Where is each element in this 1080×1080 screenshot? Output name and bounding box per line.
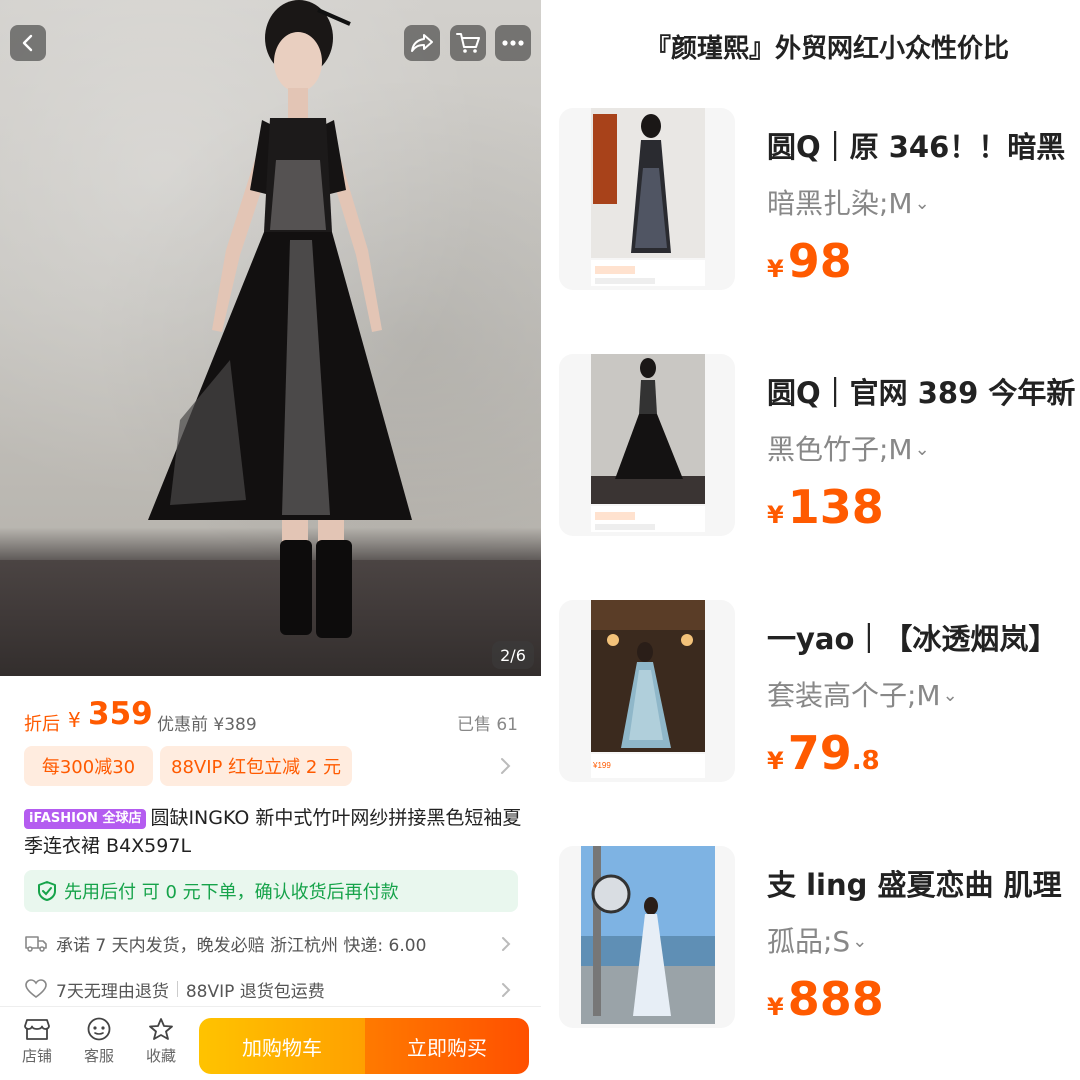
heart-icon [24,977,48,1001]
product-title-block: iFASHION 全球店 圆缺INGKO 新中式竹叶网纱拼接黑色短袖夏季连衣裙 B… [24,804,524,860]
returns-row[interactable]: 7天无理由退货 88VIP 退货包运费 [24,974,518,1004]
shop-label: 店铺 [21,1047,52,1065]
price-currency: ¥ [68,708,81,732]
back-button[interactable] [10,25,46,61]
share-icon [411,34,433,52]
item-sku-text: 黑色竹子;M [767,433,913,466]
list-item[interactable]: ¥199 一yao｜【冰透烟岚】 套装高个子;M ⌄ ¥79.8 [559,600,1079,800]
item-sku[interactable]: 孤品;S ⌄ [767,920,867,960]
cart-icon [456,33,480,53]
item-sku-text: 套装高个子;M [767,679,941,712]
shop-button[interactable]: 店铺 [12,1017,62,1077]
store-icon [24,1019,50,1040]
thumb-image [581,846,715,1024]
shop-list-panel: 『颜瑾熙』外贸网红小众性价比 圆Q｜原 346！！暗黑 暗黑扎染;M⌄ ¥98 [541,0,1080,1080]
price-currency: ¥ [767,747,784,775]
item-sku[interactable]: 暗黑扎染;M ⌄ [767,182,930,222]
list-title: 『颜瑾熙』外贸网红小众性价比 [645,34,1010,64]
back-icon [22,34,33,52]
pay-later-banner[interactable]: 先用后付 可 0 元下单，确认收货后再付款 [24,870,518,912]
pay-later-text: 先用后付 可 0 元下单，确认收货后再付款 [64,882,399,903]
price-before-discount: 优惠前 ¥389 [157,715,257,735]
chevron-down-icon: ⌄ [852,931,868,952]
shipping-text: 承诺 7 天内发货，晚发必赔 浙江杭州 快递: 6.00 [56,935,427,956]
returns-right-text: 88VIP 退货包运费 [185,981,325,1002]
item-title: 圆Q｜原 346！！暗黑 [767,130,1066,164]
price-currency: ¥ [767,255,784,283]
chevron-down-icon: ⌄ [914,193,930,214]
chevron-right-icon [502,937,511,951]
add-to-cart-button[interactable]: 加购物车 [199,1018,365,1074]
item-title: 圆Q｜官网 389 今年新 [767,376,1076,410]
service-icon [87,1017,111,1041]
item-sku[interactable]: 套装高个子;M ⌄ [767,674,958,714]
item-sku-text: 孤品;S [767,925,851,958]
item-sku[interactable]: 黑色竹子;M ⌄ [767,428,930,468]
chevron-right-icon [502,983,511,997]
favorite-button[interactable]: 收藏 [136,1017,186,1077]
chevron-right-icon[interactable] [498,756,512,776]
store-badge: iFASHION 全球店 [24,809,147,829]
price-currency: ¥ [767,501,784,529]
price-integer: 138 [787,480,884,534]
sold-count: 已售 61 [456,715,518,735]
list-item[interactable]: 支 ling 盛夏恋曲 肌理 孤品;S ⌄ ¥888 [559,846,1079,1046]
more-icon [502,40,524,46]
returns-left-text: 7天无理由退货 [56,981,169,1002]
promo-coupon[interactable]: 每300减30 [24,746,153,786]
chevron-down-icon: ⌄ [914,439,930,460]
thumb-image [591,108,705,286]
favorite-label: 收藏 [145,1047,176,1065]
item-price: ¥79.8 [767,726,880,780]
item-title: 支 ling 盛夏恋曲 肌理 [767,868,1062,902]
price-integer: 888 [787,972,884,1026]
item-thumbnail[interactable] [559,354,735,536]
star-icon [149,1018,173,1040]
product-image[interactable]: 2/6 [0,0,541,676]
list-item[interactable]: 圆Q｜官网 389 今年新 黑色竹子;M ⌄ ¥138 [559,354,1079,554]
item-thumbnail[interactable]: ¥199 [559,600,735,782]
item-price: ¥138 [767,480,884,534]
buy-now-button[interactable]: 立即购买 [365,1018,529,1074]
item-thumbnail[interactable] [559,108,735,290]
thumb-image [591,354,705,532]
price-currency: ¥ [767,993,784,1021]
product-detail-panel: 2/6 折后 ¥ 359 优惠前 ¥389 已售 61 每300减30 88VI… [0,0,541,1080]
service-label: 客服 [83,1047,114,1065]
price-row: 折后 ¥ 359 优惠前 ¥389 已售 61 [24,696,524,740]
price-integer: 98 [787,234,852,288]
item-sku-text: 暗黑扎染;M [767,187,913,220]
model-illustration [148,0,412,638]
shipping-row[interactable]: 承诺 7 天内发货，晚发必赔 浙江杭州 快递: 6.00 [24,928,518,958]
bottom-action-bar: 店铺 客服 收藏 加购物车 立即购买 [0,1006,541,1080]
price-tag: 折后 [24,714,60,735]
truck-icon [24,931,48,955]
thumb-price: ¥199 [592,761,611,770]
price-integer: 79 [787,726,852,780]
shield-check-icon [38,881,56,901]
promo-88vip[interactable]: 88VIP 红包立减 2 元 [160,746,352,786]
chevron-down-icon: ⌄ [942,685,958,706]
share-button[interactable] [404,25,440,61]
thumb-image: ¥199 [591,600,705,778]
item-price: ¥98 [767,234,852,288]
divider [176,981,178,997]
service-button[interactable]: 客服 [74,1017,124,1077]
cart-button[interactable] [450,25,486,61]
item-title: 一yao｜【冰透烟岚】 [767,622,1058,656]
item-price: ¥888 [767,972,884,1026]
more-button[interactable] [495,25,531,61]
list-item[interactable]: 圆Q｜原 346！！暗黑 暗黑扎染;M ⌄ ¥98 [559,108,1079,308]
image-counter: 2/6 [492,641,534,669]
price-value: 359 [88,696,153,732]
price-decimal: .8 [851,746,880,776]
item-thumbnail[interactable] [559,846,735,1028]
